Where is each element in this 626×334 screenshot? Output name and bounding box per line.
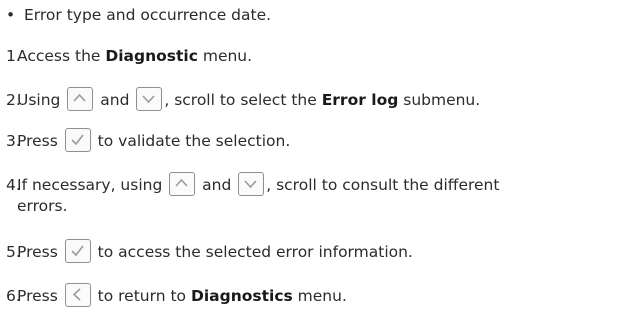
step-4: 4.If necessary, using and , scroll to co…	[6, 172, 499, 196]
step-3: 3.Press to validate the selection.	[6, 128, 290, 152]
diagnostics-menu-label: Diagnostics	[190, 287, 293, 305]
step-5: 5.Press to access the selected error inf…	[6, 239, 413, 263]
step-1: 1.Access the Diagnostic menu.	[6, 47, 253, 65]
bullet-item: • Error type and occurrence date.	[6, 5, 271, 25]
diagnostic-menu-label: Diagnostic	[105, 47, 198, 65]
back-key-icon	[64, 283, 91, 307]
bullet-text: Error type and occurrence date.	[24, 6, 272, 24]
up-arrow-key-icon	[67, 87, 94, 111]
up-arrow-key-icon	[169, 172, 196, 196]
step-2: 2.Using and , scroll to select the Error…	[6, 87, 480, 111]
step-6: 6.Press to return to Diagnostics menu.	[6, 283, 347, 307]
step-4-continuation: errors.	[17, 197, 68, 215]
bullet-dot: •	[6, 6, 16, 24]
check-key-icon	[64, 239, 91, 263]
down-arrow-key-icon	[238, 172, 265, 196]
down-arrow-key-icon	[136, 87, 163, 111]
error-log-submenu-label: Error log	[321, 91, 399, 109]
check-key-icon	[64, 128, 91, 152]
